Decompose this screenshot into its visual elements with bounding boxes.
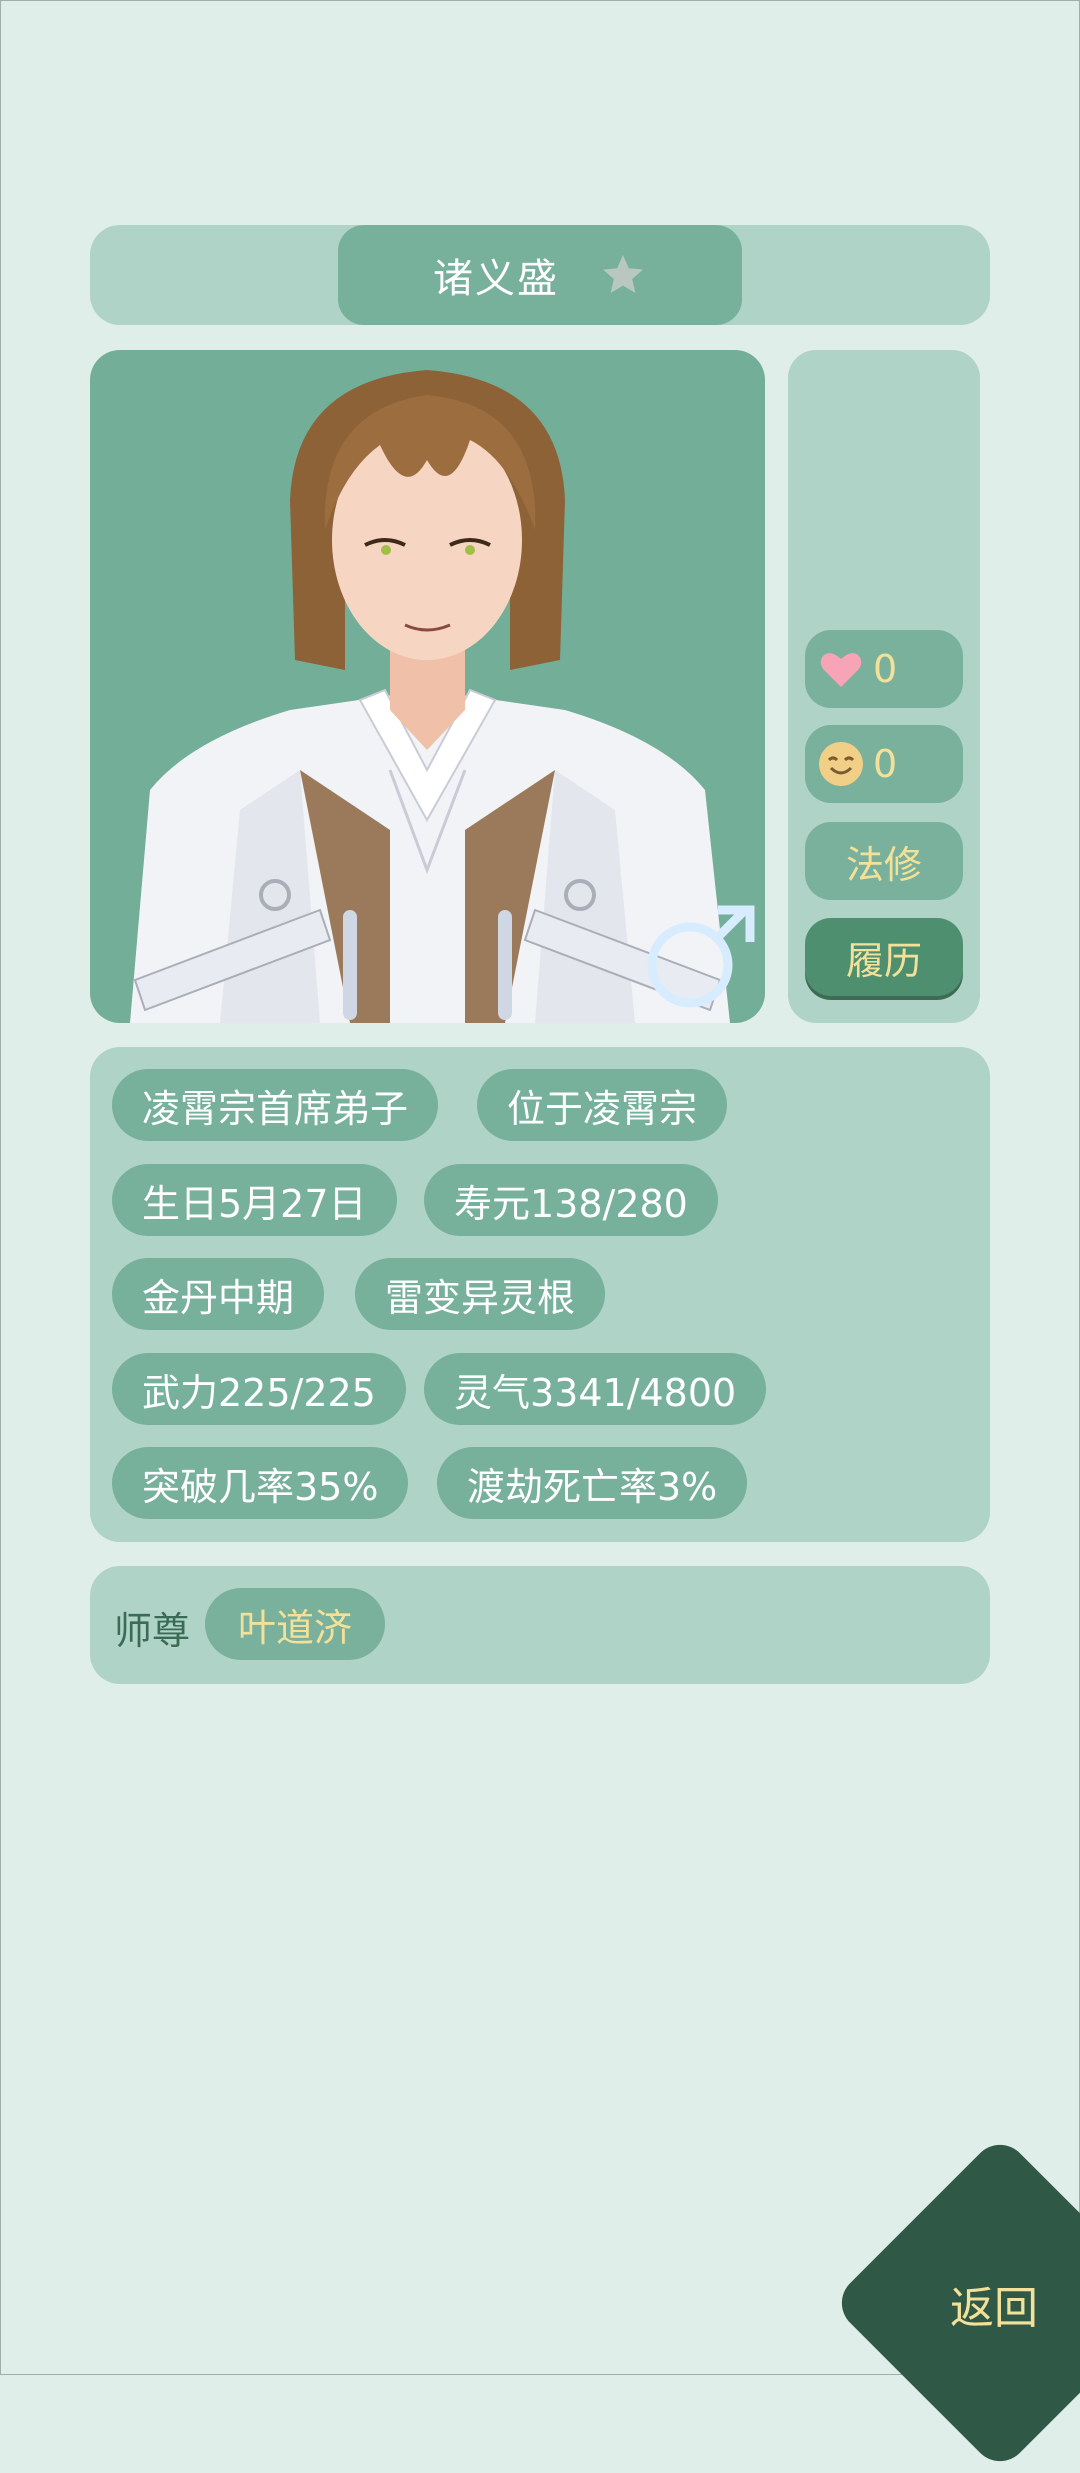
character-illustration <box>130 370 755 1023</box>
character-portrait <box>90 350 765 1023</box>
tag-location: 位于凌霄宗 <box>477 1069 728 1141</box>
tag-realm: 金丹中期 <box>112 1258 325 1330</box>
tag-spirit-energy: 灵气3341/4800 <box>424 1353 767 1425</box>
cultivation-path-badge: 法修 <box>805 822 963 900</box>
tag-spirit-root: 雷变异灵根 <box>355 1258 606 1330</box>
affection-value: 0 <box>873 647 898 691</box>
favorite-star-icon[interactable] <box>599 251 647 299</box>
heart-icon <box>820 653 862 687</box>
tag-lifespan: 寿元138/280 <box>424 1164 718 1236</box>
tag-title: 凌霄宗首席弟子 <box>112 1069 439 1141</box>
character-name-pill: 诸义盛 <box>338 225 742 325</box>
master-name-link[interactable]: 叶道济 <box>205 1588 385 1660</box>
history-button[interactable]: 履历 <box>805 918 963 996</box>
back-button-label[interactable]: 返回 <box>950 2272 1038 2336</box>
tag-breakthrough-rate: 突破几率35% <box>112 1447 409 1519</box>
affection-stat: 0 <box>805 630 963 708</box>
tag-force: 武力225/225 <box>112 1353 406 1425</box>
mood-stat: 0 <box>805 725 963 803</box>
character-name: 诸义盛 <box>433 256 559 302</box>
master-label: 师尊 <box>114 1609 191 1653</box>
tag-birthday: 生日5月27日 <box>112 1164 397 1236</box>
smile-face-icon <box>819 742 863 786</box>
tag-tribulation-death-rate: 渡劫死亡率3% <box>437 1447 748 1519</box>
mood-value: 0 <box>873 742 898 786</box>
